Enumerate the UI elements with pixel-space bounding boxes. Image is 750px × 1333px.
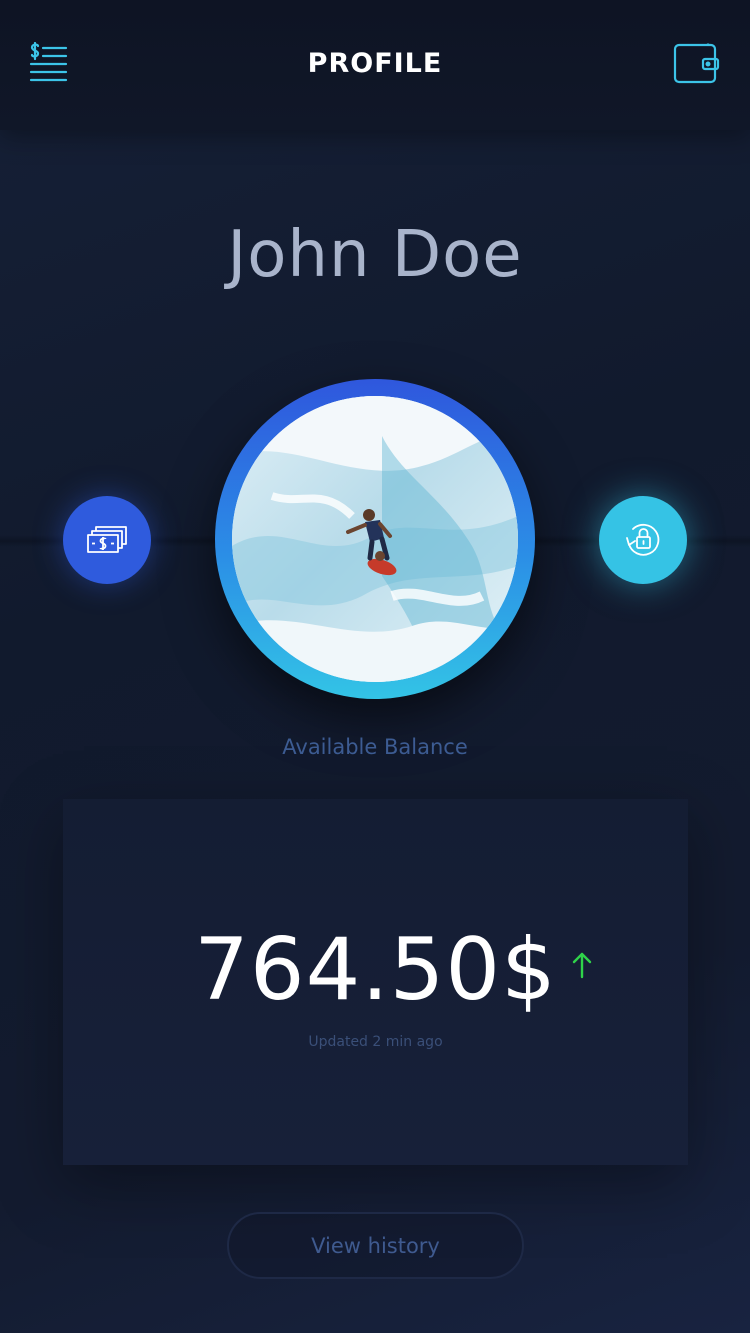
balance-amount-row: 764.50$ bbox=[63, 927, 688, 1013]
avatar-ring bbox=[215, 379, 535, 699]
balance-label: Available Balance bbox=[282, 735, 468, 759]
view-history-button[interactable]: View history bbox=[227, 1212, 524, 1279]
balance-card: 764.50$ Updated 2 min ago bbox=[63, 799, 688, 1165]
lock-refresh-icon bbox=[626, 523, 660, 556]
arrow-up-icon bbox=[572, 952, 592, 979]
lock-refresh-button[interactable] bbox=[599, 496, 687, 584]
avatar[interactable] bbox=[232, 396, 518, 682]
wallet-button[interactable] bbox=[672, 42, 722, 86]
surfer-photo bbox=[232, 396, 518, 682]
profile-screen: PROFILE John Doe Available Balance 764.5… bbox=[0, 0, 750, 1333]
money-stack-icon bbox=[87, 526, 127, 553]
balance-updated-time: Updated 2 min ago bbox=[308, 1034, 443, 1050]
page-title: PROFILE bbox=[307, 48, 443, 79]
top-bar: PROFILE bbox=[0, 0, 750, 130]
wallet-icon bbox=[673, 43, 720, 84]
balance-amount-wrap: 764.50$ bbox=[194, 927, 592, 1013]
user-name: John Doe bbox=[227, 218, 523, 292]
money-button[interactable] bbox=[63, 496, 151, 584]
balance-amount: 764.50$ bbox=[194, 920, 557, 1020]
